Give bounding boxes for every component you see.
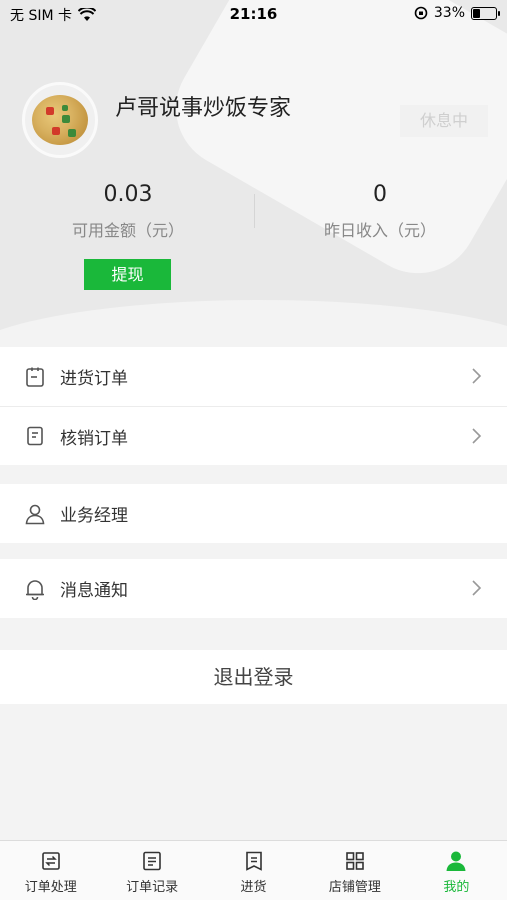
battery-percent: 33% xyxy=(433,5,465,21)
chevron-right-icon xyxy=(472,580,482,596)
tab-order-process[interactable]: 订单处理 xyxy=(0,841,101,900)
rest-status-button[interactable]: 休息中 xyxy=(400,105,488,137)
manager-group: 业务经理 xyxy=(0,484,507,543)
yesterday-income-label: 昨日收入（元） xyxy=(323,221,436,240)
clipboard-icon xyxy=(26,367,44,387)
person-outline-icon xyxy=(25,504,45,524)
tab-mine[interactable]: 我的 xyxy=(406,841,507,900)
document-icon xyxy=(27,426,43,446)
orders-group: 进货订单 核销订单 xyxy=(0,347,507,465)
withdraw-button[interactable]: 提现 xyxy=(84,259,171,290)
available-amount-value: 0.03 xyxy=(103,182,153,207)
business-manager-label: 业务经理 xyxy=(60,506,128,526)
chevron-right-icon xyxy=(472,368,482,384)
verify-orders-label: 核销订单 xyxy=(60,428,128,449)
notifications-label: 消息通知 xyxy=(60,581,128,601)
stats-divider xyxy=(254,194,255,228)
person-icon xyxy=(446,851,466,871)
chevron-right-icon xyxy=(472,428,482,444)
fried-rice-image xyxy=(32,95,88,145)
menu-item-business-manager[interactable]: 业务经理 xyxy=(0,484,507,543)
tab-label: 订单记录 xyxy=(126,880,179,895)
header-curve xyxy=(0,300,507,345)
available-amount-label: 可用金额（元） xyxy=(71,221,184,240)
order-record-icon xyxy=(143,851,161,871)
bell-icon xyxy=(26,579,44,600)
header-decoration xyxy=(154,0,507,296)
store-grid-icon xyxy=(346,852,364,870)
orientation-lock-icon xyxy=(414,6,428,20)
tab-purchase[interactable]: 进货 xyxy=(203,841,304,900)
order-process-icon xyxy=(41,852,60,870)
tab-bar: 订单处理 订单记录 进货 店铺管理 我的 xyxy=(0,840,507,900)
purchase-icon xyxy=(245,851,262,871)
tab-label: 店铺管理 xyxy=(328,880,381,895)
profile-header xyxy=(0,0,507,345)
tab-label: 我的 xyxy=(443,880,470,895)
yesterday-income-value: 0 xyxy=(373,182,387,207)
yesterday-income-stat: 0 昨日收入（元） xyxy=(280,182,480,241)
status-right: 33% xyxy=(414,5,500,21)
stats-panel: 0.03 可用金额（元） 0 昨日收入（元） xyxy=(0,182,507,242)
notification-group: 消息通知 xyxy=(0,559,507,618)
menu-item-notifications[interactable]: 消息通知 xyxy=(0,559,507,618)
tab-label: 进货 xyxy=(240,880,267,895)
purchase-orders-label: 进货订单 xyxy=(60,369,128,389)
menu-item-purchase-orders[interactable]: 进货订单 xyxy=(0,347,507,406)
tab-store-management[interactable]: 店铺管理 xyxy=(304,841,405,900)
available-amount-stat: 0.03 可用金额（元） xyxy=(28,182,228,241)
logout-button[interactable]: 退出登录 xyxy=(0,650,507,704)
menu-item-verify-orders[interactable]: 核销订单 xyxy=(0,406,507,465)
status-bar: 无 SIM 卡 21:16 33% xyxy=(0,0,507,28)
avatar[interactable] xyxy=(22,82,98,158)
tab-order-record[interactable]: 订单记录 xyxy=(101,841,202,900)
tab-label: 订单处理 xyxy=(24,880,77,895)
battery-icon xyxy=(471,6,500,20)
shop-name: 卢哥说事炒饭专家 xyxy=(115,96,292,121)
